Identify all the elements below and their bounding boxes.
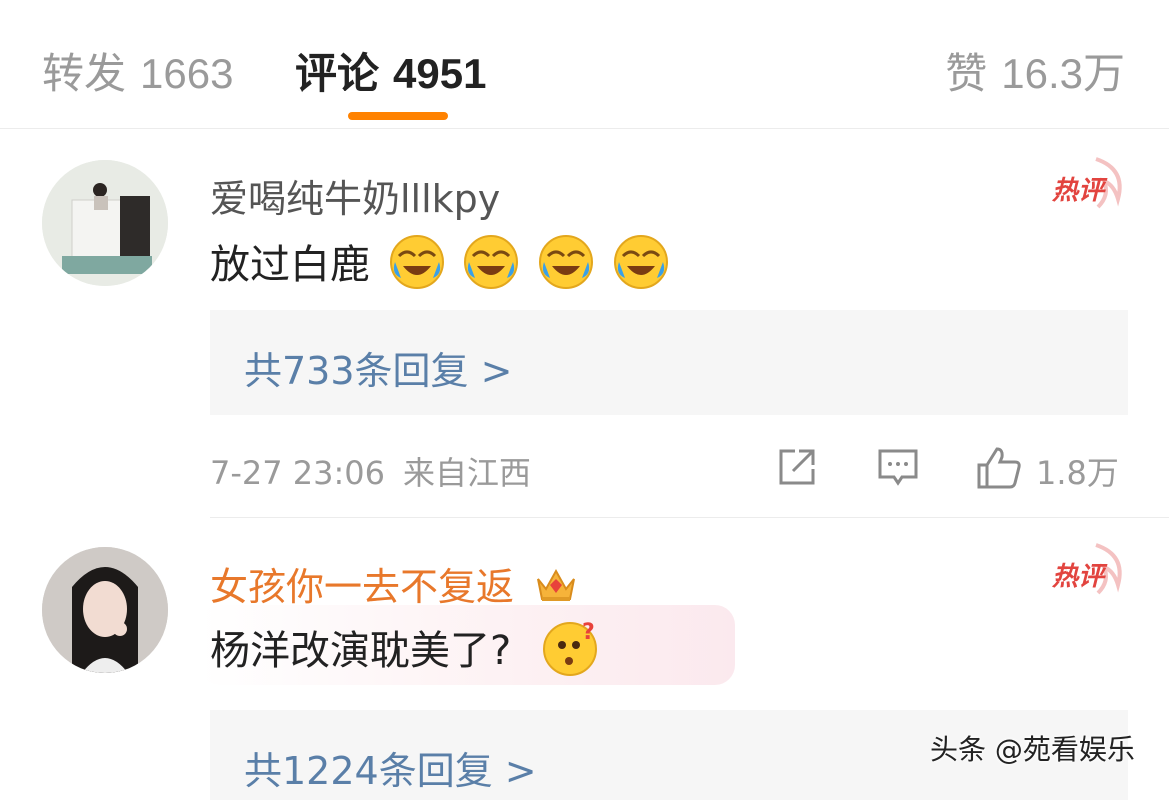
laugh-cry-icon	[463, 234, 519, 300]
comment-text-content: 杨洋改演耽美了?	[210, 628, 512, 674]
svg-text:?: ?	[582, 620, 595, 645]
comment-icon[interactable]	[876, 445, 920, 493]
hot-comment-badge: 热评	[1050, 155, 1130, 215]
avatar[interactable]	[42, 160, 168, 286]
laugh-cry-icon	[613, 234, 669, 300]
share-icon[interactable]	[775, 445, 819, 493]
hot-comment-badge: 热评	[1050, 541, 1130, 601]
comment-text: 放过白鹿	[210, 232, 669, 300]
hot-badge-label: 热评	[1051, 562, 1108, 592]
watermark: 头条 @苑看娱乐	[930, 733, 1135, 766]
comment-username[interactable]: 爱喝纯牛奶lllkpy	[210, 168, 500, 223]
comment-tabs: 转发 1663 评论 4951 赞 16.3万	[0, 0, 1169, 129]
replies-label: 共733条回复 >	[244, 349, 513, 393]
tab-forward[interactable]: 转发 1663	[42, 40, 233, 101]
hot-badge-label: 热评	[1051, 176, 1108, 206]
laugh-cry-icon	[389, 234, 445, 300]
active-tab-indicator	[348, 112, 448, 120]
comment-location: 来自江西	[403, 454, 532, 492]
replies-link[interactable]: 共733条回复 >	[210, 310, 1128, 415]
tab-likes-label: 赞	[945, 49, 988, 98]
avatar[interactable]	[42, 547, 168, 673]
tab-likes[interactable]: 赞 16.3万	[945, 40, 1125, 101]
tab-forward-label: 转发	[42, 49, 127, 98]
tab-forward-count: 1663	[140, 50, 234, 97]
like-count: 1.8万	[1036, 454, 1119, 492]
comment-text-content: 放过白鹿	[210, 242, 370, 288]
comment-text: 杨洋改演耽美了? ?	[210, 618, 600, 687]
tab-comments[interactable]: 评论 4951	[295, 40, 486, 101]
laugh-cry-icon	[538, 234, 594, 300]
comment-time: 7-27 23:06	[210, 454, 386, 492]
comment-divider	[210, 517, 1169, 518]
confused-face-icon: ?	[542, 619, 600, 687]
tab-comments-label: 评论	[295, 49, 380, 98]
tab-likes-count: 16.3万	[1001, 50, 1125, 97]
thumbs-up-icon[interactable]	[975, 445, 1023, 495]
replies-label: 共1224条回复 >	[244, 749, 537, 793]
tab-comments-count: 4951	[393, 50, 487, 97]
comment-meta: 7-27 23:06 来自江西	[210, 448, 531, 494]
comment-username-text: 女孩你一去不复返	[210, 565, 515, 609]
